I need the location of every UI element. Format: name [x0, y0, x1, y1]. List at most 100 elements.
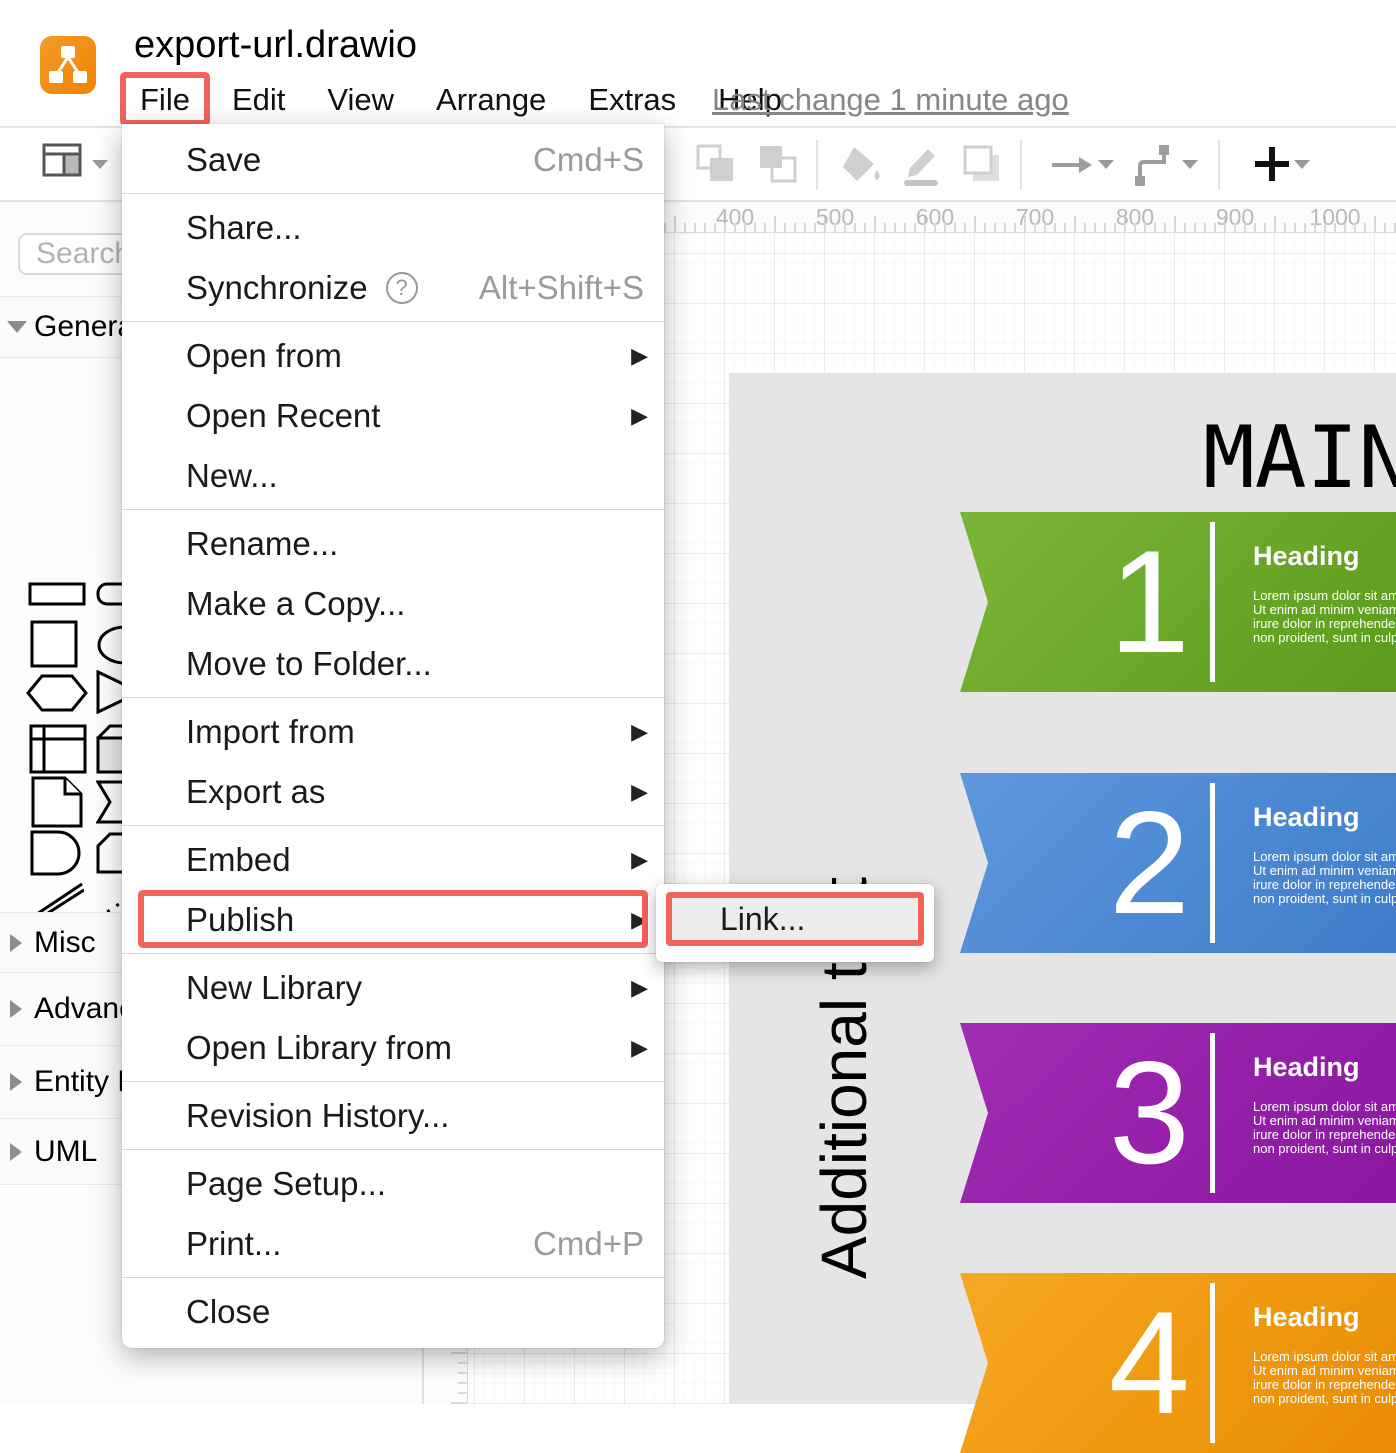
banner-4[interactable]: 4 Heading Lorem ipsum dolor sit amet, co…: [960, 1273, 1396, 1453]
chevron-down-icon[interactable]: [1294, 160, 1310, 169]
banner-body-line: Ut enim ad minim veniam, quis nostrud: [1253, 864, 1396, 878]
banner-divider: [1210, 522, 1215, 682]
menu-divider: [122, 697, 664, 698]
help-icon: ?: [386, 272, 418, 304]
ruler-label: 600: [916, 204, 954, 231]
menu-item-make-a-copy[interactable]: Make a Copy...: [122, 574, 664, 634]
shortcut-label: Alt+Shift+S: [479, 269, 644, 307]
menubar-item-file[interactable]: File: [134, 80, 196, 120]
menu-item-share[interactable]: Share...: [122, 198, 664, 258]
banner-body-line: irure dolor in reprehenderit in voluptat…: [1253, 617, 1396, 631]
chevron-right-icon: [10, 934, 22, 952]
banner-heading: Heading: [1253, 802, 1396, 833]
fill-color-icon: [838, 142, 884, 188]
ruler-label: 700: [1016, 204, 1054, 231]
submenu-arrow-icon: ▶: [631, 907, 648, 933]
publish-submenu: Link...: [656, 884, 934, 962]
rectangle-shape[interactable]: [28, 582, 86, 606]
menu-item-import-from[interactable]: Import from ▶: [122, 702, 664, 762]
banner-body-line: irure dolor in reprehenderit in voluptat…: [1253, 1128, 1396, 1142]
banner-body-line: Lorem ipsum dolor sit amet, consectetur: [1253, 589, 1396, 603]
menubar-item-view[interactable]: View: [321, 80, 400, 120]
banner-body-line: Ut enim ad minim veniam, quis nostrud: [1253, 1364, 1396, 1378]
menu-item-link[interactable]: Link...: [672, 901, 805, 938]
toolbar-divider: [1020, 140, 1022, 190]
document-title: export-url.drawio: [134, 24, 417, 67]
menu-divider: [122, 1081, 664, 1082]
menu-item-close[interactable]: Close: [122, 1282, 664, 1342]
banner-number: 3: [960, 1040, 1190, 1186]
menu-divider: [122, 1277, 664, 1278]
chevron-down-icon: [1098, 160, 1114, 169]
delay-shape[interactable]: [30, 830, 82, 876]
banner-body-line: Lorem ipsum dolor sit amet, consectetur: [1253, 850, 1396, 864]
menubar-item-arrange[interactable]: Arrange: [430, 80, 552, 120]
menubar-item-extras[interactable]: Extras: [582, 80, 682, 120]
ruler-label: 900: [1216, 204, 1254, 231]
to-back-icon: [756, 142, 802, 188]
banner-divider: [1210, 783, 1215, 943]
highlight-box-link: Link...: [666, 892, 924, 946]
chevron-down-icon: [1182, 160, 1198, 169]
banner-3[interactable]: 3 Heading Lorem ipsum dolor sit amet, co…: [960, 1023, 1396, 1203]
chevron-right-icon: [10, 1143, 22, 1161]
banner-1[interactable]: 1 Heading Lorem ipsum dolor sit amet, co…: [960, 512, 1396, 692]
banner-2[interactable]: 2 Heading Lorem ipsum dolor sit amet, co…: [960, 773, 1396, 953]
menu-item-move-to-folder[interactable]: Move to Folder...: [122, 634, 664, 694]
chevron-right-icon: [10, 1000, 22, 1018]
menu-item-new[interactable]: New...: [122, 446, 664, 506]
banner-body-line: Ut enim ad minim veniam, quis nostrud: [1253, 1114, 1396, 1128]
menu-item-rename[interactable]: Rename...: [122, 514, 664, 574]
menu-item-page-setup[interactable]: Page Setup...: [122, 1154, 664, 1214]
banner-divider: [1210, 1033, 1215, 1193]
banner-heading: Heading: [1253, 1302, 1396, 1333]
submenu-arrow-icon: ▶: [631, 1035, 648, 1061]
banner-body-line: Lorem ipsum dolor sit amet, consectetur: [1253, 1100, 1396, 1114]
menu-item-print[interactable]: Print... Cmd+P: [122, 1214, 664, 1274]
chevron-down-icon: [7, 321, 27, 333]
submenu-arrow-icon: ▶: [631, 719, 648, 745]
menu-divider: [122, 825, 664, 826]
chevron-right-icon: [10, 1073, 22, 1091]
submenu-arrow-icon: ▶: [631, 343, 648, 369]
menu-divider: [122, 321, 664, 322]
banner-heading: Heading: [1253, 1052, 1396, 1083]
menu-item-export-as[interactable]: Export as ▶: [122, 762, 664, 822]
connection-arrow-icon: [1048, 142, 1094, 188]
line-color-icon: [898, 142, 944, 188]
banner-body-line: irure dolor in reprehenderit in voluptat…: [1253, 878, 1396, 892]
shadow-icon: [960, 142, 1006, 188]
banner-body-line: non proident, sunt in culpa qui officia: [1253, 631, 1396, 645]
menu-item-open-recent[interactable]: Open Recent ▶: [122, 386, 664, 446]
submenu-arrow-icon: ▶: [631, 975, 648, 1001]
square-shape[interactable]: [30, 620, 78, 668]
menu-item-save[interactable]: Save Cmd+S: [122, 130, 664, 190]
ruler-label: 1000: [1309, 204, 1360, 231]
menu-divider: [122, 953, 664, 954]
insert-plus-icon[interactable]: [1250, 142, 1296, 188]
ruler-label: 800: [1116, 204, 1154, 231]
menu-divider: [122, 1149, 664, 1150]
toolbar-divider: [1218, 140, 1220, 190]
menu-item-new-library[interactable]: New Library ▶: [122, 958, 664, 1018]
menu-item-revision-history[interactable]: Revision History...: [122, 1086, 664, 1146]
hexagon-shape[interactable]: [26, 674, 88, 712]
ruler-label: 500: [816, 204, 854, 231]
internal-storage-shape[interactable]: [29, 724, 87, 774]
submenu-arrow-icon: ▶: [631, 847, 648, 873]
note-shape[interactable]: [31, 776, 83, 828]
menu-item-open-from[interactable]: Open from ▶: [122, 326, 664, 386]
menu-item-open-library-from[interactable]: Open Library from ▶: [122, 1018, 664, 1078]
menu-item-publish[interactable]: Publish ▶: [122, 890, 664, 950]
menubar-item-edit[interactable]: Edit: [226, 80, 291, 120]
format-panel-icon[interactable]: [42, 142, 88, 188]
menu-item-embed[interactable]: Embed ▶: [122, 830, 664, 890]
last-change-link[interactable]: Last change 1 minute ago: [712, 82, 1069, 118]
diagram-main-title[interactable]: MAIN: [1203, 408, 1396, 508]
section-label: Misc: [34, 926, 96, 960]
banner-number: 4: [960, 1290, 1190, 1436]
banner-divider: [1210, 1283, 1215, 1443]
menubar: File Edit View Arrange Extras Help: [134, 80, 788, 120]
menu-item-synchronize[interactable]: Synchronize ? Alt+Shift+S: [122, 258, 664, 318]
chevron-down-icon[interactable]: [92, 160, 108, 169]
